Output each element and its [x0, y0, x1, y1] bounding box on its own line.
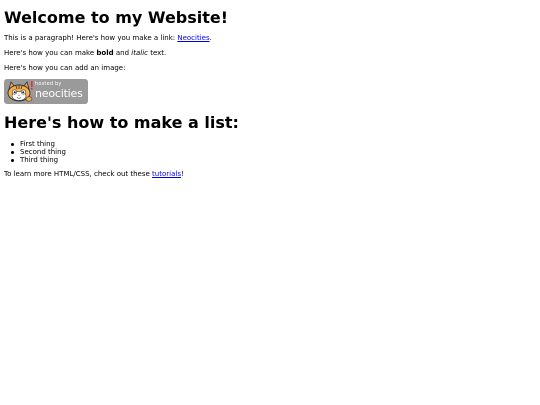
paragraph-link-intro-text: This is a paragraph! Here's how you make…	[4, 34, 178, 42]
paragraph-link-intro-end: .	[209, 34, 212, 42]
hosted-by-neocities-badge[interactable]: hosted by neocities	[4, 79, 88, 104]
badge-label: hosted by neocities	[35, 82, 83, 100]
badge-neocities-text: neocities	[35, 87, 83, 100]
paragraph-tutorials: To learn more HTML/CSS, check out these …	[4, 170, 184, 179]
paragraph-image-intro: Here's how you can add an image:	[4, 64, 126, 72]
paragraph-formatting-text: Here's how you can make	[4, 49, 97, 57]
neocities-link[interactable]: Neocities	[177, 34, 209, 42]
page-title: Welcome to my Website!	[4, 8, 229, 27]
tutorials-link[interactable]: tutorials	[152, 170, 181, 178]
list-item: Second thing	[10, 148, 66, 156]
paragraph-tutorials-text: To learn more HTML/CSS, check out these	[4, 170, 153, 178]
example-list: First thing Second thing Third thing	[10, 140, 66, 164]
paragraph-formatting-end: text.	[147, 49, 167, 57]
paragraph-tutorials-end: !	[180, 170, 184, 178]
paragraph-formatting-middle: and	[113, 49, 132, 57]
paragraph-formatting: Here's how you can make bold and italic …	[4, 49, 166, 58]
paragraph-link-intro: This is a paragraph! Here's how you make…	[4, 34, 212, 43]
italic-text: italic	[131, 49, 148, 57]
list-item: Third thing	[10, 156, 66, 164]
bold-text: bold	[96, 49, 114, 57]
list-heading: Here's how to make a list:	[4, 113, 239, 132]
neocities-cat-icon	[7, 81, 33, 102]
list-item: First thing	[10, 140, 66, 148]
